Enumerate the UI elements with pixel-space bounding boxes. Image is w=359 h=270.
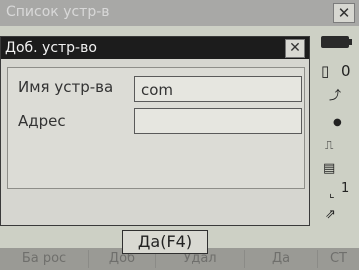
level-icon: ⎍ — [325, 138, 334, 152]
device-name-field[interactable]: com — [134, 76, 302, 102]
battery-icon — [321, 36, 352, 48]
close-icon[interactable]: ✕ — [285, 39, 305, 58]
dot-icon: ● — [333, 117, 342, 128]
signal-icon: ⌞ — [329, 186, 335, 200]
page-icon[interactable]: ⇗ — [325, 206, 336, 224]
instrument-screen: Список устр-в ✕ ▯ 0 ⤴ ● ⎍ ▤ ⌞ 1 ⇗ Ба рос… — [0, 0, 359, 270]
compensator-icon: ▯ — [321, 62, 330, 80]
ok-button[interactable]: Да(F4) — [122, 230, 208, 254]
add-device-dialog: Доб. устр-во ✕ Имя устр-ва com Адрес — [0, 36, 310, 226]
address-field[interactable] — [134, 108, 302, 134]
memory-icon: ▤ — [323, 161, 336, 176]
status-value-0: 0 — [341, 62, 351, 80]
dialog-form: Имя устр-ва com Адрес — [7, 67, 305, 189]
softkey-f1[interactable]: Ба рос — [0, 250, 89, 268]
prism-icon: ⤴ — [329, 88, 342, 102]
background-title-bar: Список устр-в ✕ — [0, 0, 359, 26]
background-close-icon[interactable]: ✕ — [333, 3, 355, 23]
address-label: Адрес — [18, 112, 66, 130]
background-window-title: Список устр-в — [6, 4, 110, 20]
status-panel: ▯ 0 ⤴ ● ⎍ ▤ ⌞ 1 ⇗ — [315, 28, 359, 234]
softkey-f5[interactable]: СТ — [318, 250, 359, 268]
dialog-title: Доб. устр-во — [5, 40, 97, 56]
softkey-f4[interactable]: Да — [245, 250, 318, 268]
device-name-label: Имя устр-ва — [18, 78, 114, 96]
status-value-1: 1 — [341, 181, 350, 196]
dialog-title-bar: Доб. устр-во ✕ — [1, 37, 309, 59]
